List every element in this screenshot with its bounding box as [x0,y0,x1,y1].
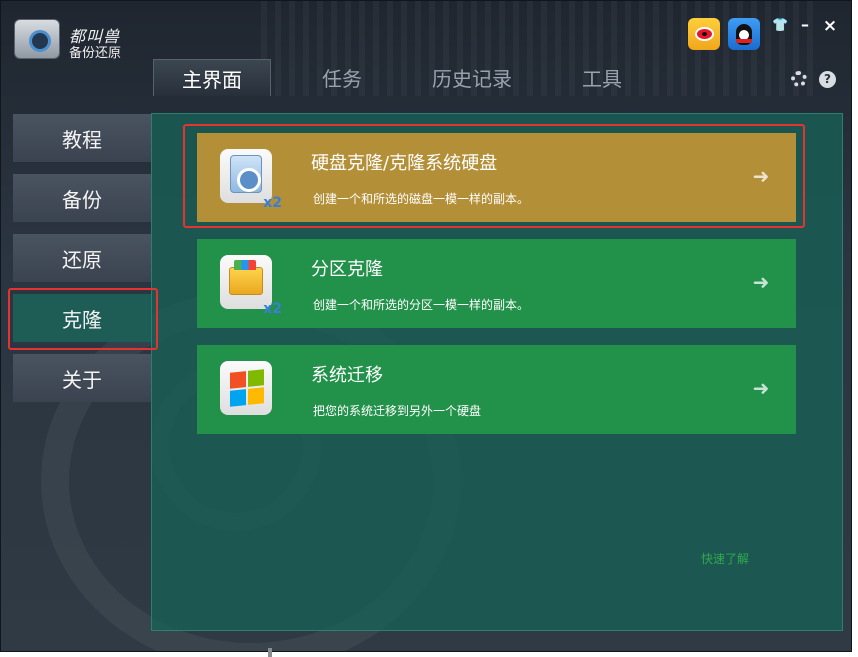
windows-icon [220,361,272,415]
tab-main[interactable]: 主界面 [153,59,271,96]
folder-icon: x2 [220,255,282,317]
background-window-edge [268,648,272,657]
tab-tasks[interactable]: 任务 [301,59,383,96]
quick-learn-link[interactable]: 快速了解 [701,550,749,567]
close-button[interactable]: × [821,17,839,35]
system-migration-card[interactable]: 系统迁移 把您的系统迁移到另外一个硬盘 ➜ [197,345,796,434]
folder-shape [229,260,263,295]
sidebar-item-tutorial[interactable]: 教程 [13,114,151,162]
card-description: 把您的系统迁移到另外一个硬盘 [313,404,482,418]
weibo-button[interactable] [688,18,720,50]
tab-tools[interactable]: 工具 [567,59,637,96]
app-subtitle: 备份还原 [69,46,122,61]
help-button[interactable]: ? [819,71,836,88]
windows-logo [230,369,264,407]
app-window: 都叫兽 备份还原 👕 – × 主界面 任务 历史记录 工具 ? 教程 备份 还原… [0,0,852,652]
minimize-button[interactable]: – [796,17,814,34]
gear-icon[interactable] [791,71,807,87]
sidebar-item-restore[interactable]: 还原 [13,234,151,282]
sidebar-item-about[interactable]: 关于 [13,354,151,402]
disk-clone-highlight-box [183,124,805,228]
weibo-icon [694,27,714,41]
card-description: 创建一个和所选的分区一模一样的副本。 [313,298,530,312]
arrow-right-icon: ➜ [752,376,770,400]
clone-nav-highlight-box [8,288,158,350]
qq-icon [736,23,752,45]
partition-clone-card[interactable]: x2 分区克隆 创建一个和所选的分区一模一样的副本。 ➜ [197,239,796,328]
qq-button[interactable] [728,18,760,50]
copy-badge: x2 [263,301,282,317]
sidebar-item-backup[interactable]: 备份 [13,174,151,222]
shirt-icon[interactable]: 👕 [772,18,788,34]
card-title: 系统迁移 [311,365,383,386]
card-title: 分区克隆 [311,259,383,280]
tab-history[interactable]: 历史记录 [419,59,525,96]
app-logo-icon [14,19,60,59]
arrow-right-icon: ➜ [752,270,770,294]
